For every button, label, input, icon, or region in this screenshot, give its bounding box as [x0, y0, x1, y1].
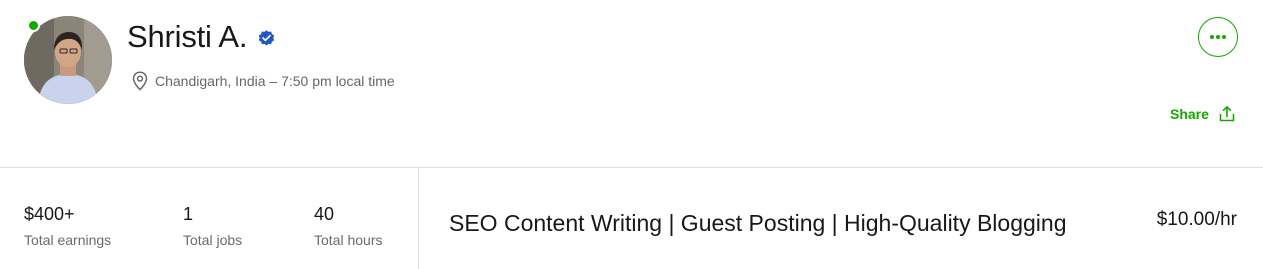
hourly-rate: $10.00/hr: [1156, 209, 1237, 230]
profile-header: Shristi A. Chandigarh, India – 7:50 pm l…: [0, 0, 1263, 167]
share-button[interactable]: Share: [1170, 105, 1236, 123]
online-status-dot: [27, 19, 40, 32]
more-options-button[interactable]: [1198, 17, 1238, 57]
stat-label: Total hours: [314, 232, 383, 248]
header-divider: [0, 167, 1263, 168]
profile-title: SEO Content Writing | Guest Posting | Hi…: [449, 210, 1067, 236]
location-text: Chandigarh, India – 7:50 pm local time: [155, 73, 395, 89]
verified-badge-icon: [257, 29, 276, 48]
share-label: Share: [1170, 106, 1209, 122]
share-upload-icon: [1218, 105, 1236, 123]
stat-total-hours: 40 Total hours: [314, 203, 382, 249]
stat-total-earnings: $400+ Total earnings: [24, 203, 111, 249]
stat-value: 40: [314, 204, 335, 224]
stat-value: $400+: [24, 204, 75, 224]
stats-divider: [418, 168, 419, 269]
stat-value: 1: [183, 204, 194, 224]
name-row: Shristi A.: [127, 19, 276, 55]
freelancer-profile-card: Shristi A. Chandigarh, India – 7:50 pm l…: [0, 0, 1263, 269]
stat-total-jobs: 1 Total jobs: [183, 203, 242, 249]
map-pin-icon: [132, 71, 148, 91]
location-row: Chandigarh, India – 7:50 pm local time: [132, 71, 395, 91]
avatar[interactable]: [24, 16, 112, 104]
freelancer-name: Shristi A.: [127, 19, 248, 54]
stat-label: Total earnings: [24, 232, 112, 248]
stat-label: Total jobs: [183, 232, 243, 248]
more-dots-icon: [1210, 35, 1226, 39]
